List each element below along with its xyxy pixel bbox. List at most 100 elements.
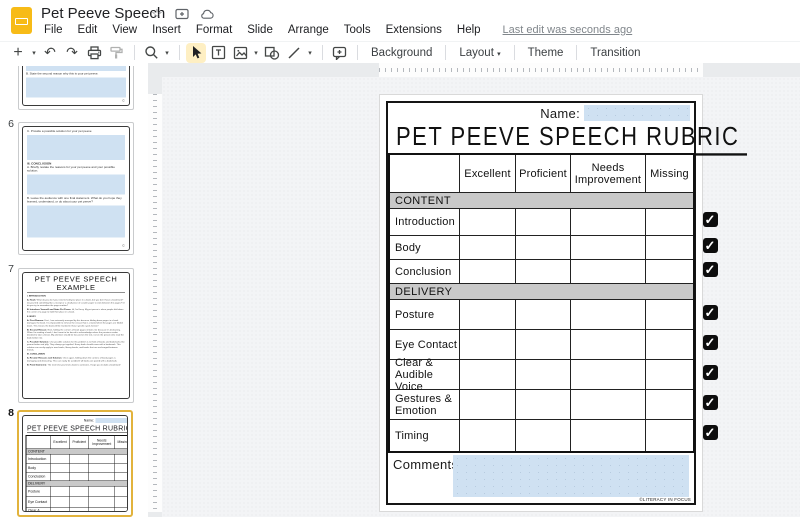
cloud-status-icon[interactable]	[200, 7, 214, 21]
thumb7-paragraph: II. BODY	[27, 315, 125, 318]
google-slides-window: Pet Peeve Speech ☆ File Edit View Insert For…	[0, 0, 800, 517]
rubric-table[interactable]: ExcellentProficientNeeds ImprovementMiss…	[388, 153, 695, 453]
rubric-empty-cell	[51, 464, 71, 472]
thumb7-paragraph: B. Introduce Yourself and State Pet Peev…	[27, 308, 125, 313]
titlebar: Pet Peeve Speech ☆ File Edit View Insert For…	[0, 0, 800, 41]
rubric-empty-cell	[571, 390, 646, 419]
rubric-empty-cell	[516, 360, 571, 389]
name-input-box[interactable]	[584, 105, 690, 121]
rubric-empty-cell	[89, 487, 115, 497]
menu-arrange[interactable]: Arrange	[285, 23, 332, 37]
checkmark-icon[interactable]: ✓	[703, 212, 718, 227]
rubric-empty-cell	[70, 473, 89, 481]
thumb7-paragraph: III. CONCLUSION	[27, 353, 125, 356]
rubric-empty-cell	[646, 330, 693, 359]
slide-thumbnail-8-selected[interactable]: Name: PET PEEVE SPEECH RUBRIC ExcellentP…	[17, 410, 133, 517]
comments-input-box[interactable]	[453, 455, 689, 497]
last-edit-link[interactable]: Last edit was seconds ago	[503, 24, 633, 36]
slide-thumbnail-7[interactable]: PET PEEVE SPEECH EXAMPLE I. INTRODUCTION…	[18, 268, 134, 403]
rubric-empty-cell	[89, 497, 115, 507]
star-icon[interactable]: ☆	[150, 7, 164, 21]
rubric-empty-cell	[115, 455, 127, 464]
current-slide[interactable]: Name: PET PEEVE SPEECH RUBRIC ExcellentP…	[379, 94, 703, 512]
image-dropdown-icon[interactable]: ▾	[252, 49, 260, 57]
print-button[interactable]	[84, 43, 104, 63]
select-tool-button[interactable]	[186, 43, 206, 63]
checkmark-icon[interactable]: ✓	[703, 335, 718, 350]
paint-format-button[interactable]	[106, 43, 126, 63]
checkmark-icon[interactable]: ✓	[703, 262, 718, 277]
rubric-empty-cell	[571, 300, 646, 329]
move-folder-icon[interactable]	[175, 7, 189, 21]
menubar: File Edit View Insert Format Slide Arrange Tool…	[41, 23, 632, 37]
rubric-cell-excellent: Excellent	[460, 155, 516, 192]
watermark-text: ©LITERACY IN FOCUS	[639, 497, 691, 502]
menu-view[interactable]: View	[109, 23, 140, 37]
slide-thumbnail-6[interactable]: C. Provide a possible solution for your …	[18, 122, 134, 255]
checkmark-column: ✓ ✓ ✓ ✓ ✓ ✓ ✓ ✓	[702, 206, 718, 448]
rubric-empty-cell	[70, 455, 89, 464]
slide-thumbnail-5[interactable]: B. State the second reason why this is y…	[18, 66, 134, 110]
rubric-title[interactable]: PET PEEVE SPEECH RUBRIC	[388, 121, 747, 155]
add-comment-icon[interactable]	[329, 43, 349, 63]
thumb8-name-label: Name:	[84, 419, 94, 423]
thumb7-paragraph: I. INTRODUCTION	[27, 295, 125, 298]
menu-slide[interactable]: Slide	[244, 23, 276, 37]
thumb5-text: B. State the second reason why this is y…	[26, 73, 126, 77]
menu-insert[interactable]: Insert	[149, 23, 184, 37]
theme-button[interactable]: Theme	[521, 45, 571, 61]
transition-button[interactable]: Transition	[583, 45, 647, 61]
slide-canvas[interactable]: Name: PET PEEVE SPEECH RUBRIC ExcellentP…	[162, 77, 800, 517]
slide-number-8: 8	[5, 407, 17, 419]
thumb8-name-box	[96, 418, 128, 423]
menu-extensions[interactable]: Extensions	[383, 23, 445, 37]
comments-label: Comments:	[393, 457, 462, 472]
new-slide-dropdown-icon[interactable]: ▾	[30, 49, 38, 57]
new-slide-button[interactable]: +	[8, 43, 28, 63]
zoom-icon[interactable]	[141, 43, 161, 63]
checkmark-icon[interactable]: ✓	[703, 365, 718, 380]
rubric-empty-cell	[51, 487, 71, 497]
zoom-dropdown-icon[interactable]: ▾	[163, 49, 171, 57]
rubric-empty-cell	[27, 436, 51, 449]
menu-edit[interactable]: Edit	[75, 23, 101, 37]
slides-logo-icon[interactable]	[11, 7, 32, 34]
rubric-empty-cell	[70, 497, 89, 507]
rubric-empty-cell	[89, 455, 115, 464]
text-box-button[interactable]	[208, 43, 228, 63]
menu-tools[interactable]: Tools	[341, 23, 374, 37]
undo-button[interactable]: ↶	[40, 43, 60, 63]
toolbar: + ▾ ↶ ↷ ▾	[0, 41, 800, 63]
rubric-empty-cell	[460, 300, 516, 329]
rubric-cell-proficient: Proficient	[70, 436, 89, 449]
rubric-empty-cell	[89, 508, 115, 513]
rubric-cell-gestures-emotion: Gestures & Emotion	[390, 390, 460, 419]
thumb7-title: PET PEEVE SPEECH EXAMPLE	[27, 275, 125, 293]
menu-help[interactable]: Help	[454, 23, 484, 37]
checkmark-icon[interactable]: ✓	[703, 305, 718, 320]
rubric-cell-eye-contact: Eye Contact	[27, 497, 51, 507]
redo-button[interactable]: ↷	[62, 43, 82, 63]
rubric-empty-cell	[51, 508, 71, 513]
rubric-empty-cell	[115, 497, 127, 507]
menu-file[interactable]: File	[41, 23, 66, 37]
layout-button[interactable]: Layout ▾	[452, 45, 507, 61]
rubric-empty-cell	[571, 330, 646, 359]
rubric-section-delivery: DELIVERY	[390, 284, 693, 300]
insert-image-button[interactable]	[230, 43, 250, 63]
rubric-empty-cell	[646, 236, 693, 259]
document-title[interactable]: Pet Peeve Speech	[41, 5, 165, 22]
rubric-empty-cell	[516, 390, 571, 419]
insert-shape-button[interactable]	[262, 43, 282, 63]
thumb8-rubric-table: ExcellentProficientNeeds ImprovementMiss…	[26, 435, 128, 512]
checkmark-icon[interactable]: ✓	[703, 395, 718, 410]
rubric-empty-cell	[516, 236, 571, 259]
checkmark-icon[interactable]: ✓	[703, 425, 718, 440]
rubric-empty-cell	[646, 390, 693, 419]
insert-line-button[interactable]	[284, 43, 304, 63]
menu-format[interactable]: Format	[193, 23, 235, 37]
background-button[interactable]: Background	[364, 45, 439, 61]
checkmark-icon[interactable]: ✓	[703, 238, 718, 253]
line-dropdown-icon[interactable]: ▾	[306, 49, 314, 57]
rubric-empty-cell	[571, 420, 646, 451]
